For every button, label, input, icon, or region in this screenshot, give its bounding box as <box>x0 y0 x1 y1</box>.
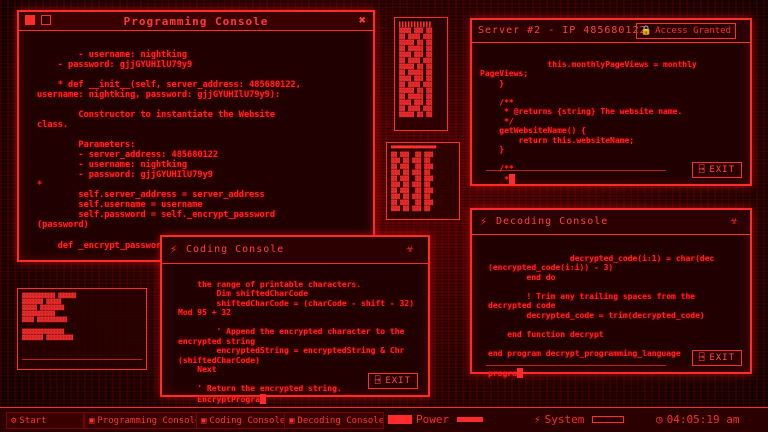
server-exit-label: EXIT <box>709 165 735 175</box>
coding-console-window[interactable]: ⚡ Coding Console ☣ the range of printabl… <box>160 235 430 404</box>
system-control[interactable]: ⚡ System <box>534 413 625 426</box>
exit-icon: ⍈ <box>374 376 382 386</box>
biohazard-icon[interactable]: ☣ <box>406 241 414 256</box>
power-control[interactable]: Power <box>388 413 484 426</box>
access-status-badge: 🔒 Access Granted <box>635 23 736 39</box>
decoding-exit-button[interactable]: ⍈ EXIT <box>691 350 742 366</box>
coding-exit-label: EXIT <box>385 376 411 386</box>
programming-console-code-text: - username: nightking - password: gjjGYU… <box>37 50 301 251</box>
access-status-text: Access Granted <box>655 26 731 36</box>
close-icon[interactable]: ✖ <box>359 13 367 27</box>
decoding-console-title: Decoding Console <box>496 216 609 227</box>
power-toggle[interactable] <box>388 415 412 424</box>
clock-text: 04:05:19 am <box>666 413 740 426</box>
server-divider <box>486 170 666 171</box>
start-icon: ⚙ <box>11 415 17 426</box>
decorative-panel-mid: ▀▀▀▀▀▀▀▀▀▀▀▀▀▀▀ ▓▓ ▓▓▓ ▓▓ ▓▓▓ ▓▓▓ ▓▓ ▓▓▓… <box>386 142 460 220</box>
exit-icon: ⍈ <box>698 165 706 175</box>
lightning-icon: ⚡ <box>170 242 178 256</box>
decorative-panel-left: ▓▓▓▓▓▓▓▓▓▓▓ ▓▓▓▓▓▓ ▓▓▓▓▓▓▓ ▓▓▓▓▓ ▓▓▓▓▓ ▓… <box>17 288 147 370</box>
decoding-console-code-text: decrypted_code(i:1) = char(dec (encrypte… <box>488 253 715 378</box>
lock-icon: 🔒 <box>640 26 653 36</box>
programming-console-titlebar[interactable]: Programming Console ✖ <box>19 12 373 31</box>
decorative-panel-top: ▌▌▌▌▌▌▌▌▌▌▌ ▓▓▓▓ ▓▓▓ ▓▓ ▓▓ ▓▓▓▓ ▓▓▓ ▓▓▓▓… <box>394 17 448 131</box>
server-code-text: this.monthlyPageViews = monthly PageView… <box>480 59 697 184</box>
start-label: Start <box>19 415 47 426</box>
decoding-exit-label: EXIT <box>709 353 735 363</box>
terminal-icon: ▣ <box>289 415 295 426</box>
coding-console-title: Coding Console <box>186 244 285 255</box>
clock-icon: ◷ <box>656 413 663 426</box>
clock: ◷ 04:05:19 am <box>656 413 739 426</box>
lightning-icon: ⚡ <box>534 413 541 426</box>
coding-console-code: the range of printable characters. Dim s… <box>178 270 414 414</box>
taskbar-item-coding-console[interactable]: ▣ Coding Console <box>196 412 286 429</box>
taskbar-item-decoding-console[interactable]: ▣ Decoding Console <box>284 412 384 429</box>
system-slider[interactable] <box>592 416 625 423</box>
programming-console-title: Programming Console <box>123 14 269 28</box>
programming-console-window[interactable]: Programming Console ✖ - username: nightk… <box>17 10 375 262</box>
biohazard-icon[interactable]: ☣ <box>730 213 738 228</box>
decoding-console-header: ⚡ Decoding Console ☣ <box>472 210 750 235</box>
system-label: System <box>544 413 585 426</box>
terminal-icon: ▣ <box>89 415 95 426</box>
server-code: this.monthlyPageViews = monthly PageView… <box>480 50 697 194</box>
taskbar-item-label: Programming Console <box>97 415 198 426</box>
start-button[interactable]: ⚙ Start <box>6 412 84 429</box>
taskbar-item-label: Decoding Console <box>297 415 384 426</box>
lightning-icon: ⚡ <box>480 214 488 228</box>
terminal-icon: ▣ <box>201 415 207 426</box>
power-slider[interactable] <box>457 417 484 422</box>
window-restore-icon[interactable] <box>41 15 51 25</box>
server-title: Server #2 - IP 485680122 <box>478 25 647 36</box>
coding-exit-button[interactable]: ⍈ EXIT <box>367 373 418 389</box>
programming-console-code: - username: nightking - password: gjjGYU… <box>37 40 301 261</box>
server-exit-button[interactable]: ⍈ EXIT <box>691 162 742 178</box>
taskbar-item-label: Coding Console <box>209 415 286 426</box>
text-cursor <box>508 173 515 184</box>
server-header: Server #2 - IP 485680122 🔒 Access Grante… <box>472 20 750 43</box>
exit-icon: ⍈ <box>698 353 706 363</box>
server-window[interactable]: Server #2 - IP 485680122 🔒 Access Grante… <box>470 18 752 186</box>
text-cursor <box>516 367 523 378</box>
window-menu-icon[interactable] <box>25 15 35 25</box>
decoding-console-window[interactable]: ⚡ Decoding Console ☣ decrypted_code(i:1)… <box>470 208 752 378</box>
taskbar: ⚙ Start ▣ Programming Console ▣ Coding C… <box>0 407 768 432</box>
text-cursor <box>259 393 266 404</box>
coding-console-header: ⚡ Coding Console ☣ <box>162 237 428 264</box>
taskbar-item-programming-console[interactable]: ▣ Programming Console <box>84 412 198 429</box>
power-label: Power <box>416 413 450 426</box>
decoding-divider <box>486 365 666 366</box>
